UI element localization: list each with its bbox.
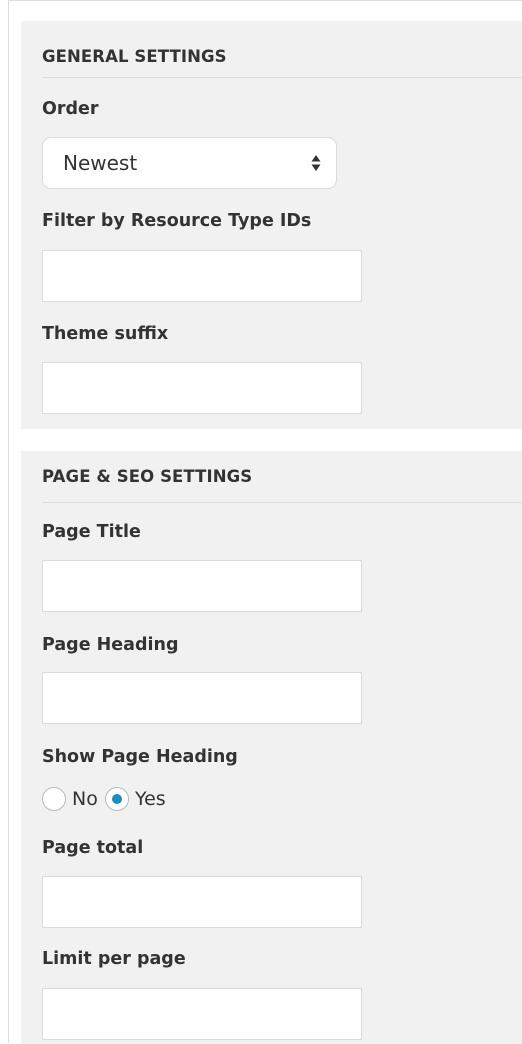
- filter-ids-input[interactable]: [42, 250, 362, 302]
- settings-container: GENERAL SETTINGS Order Newest Filter by …: [8, 0, 522, 1044]
- radio-yes[interactable]: [105, 787, 129, 811]
- general-settings-title: GENERAL SETTINGS: [42, 47, 227, 66]
- page-seo-settings-panel: PAGE & SEO SETTINGS Page Title Page Head…: [21, 451, 522, 1044]
- order-label: Order: [42, 99, 99, 119]
- order-select-value: Newest: [63, 151, 138, 175]
- section-divider: [42, 502, 522, 503]
- page-title-label: Page Title: [42, 522, 141, 542]
- page-seo-settings-title: PAGE & SEO SETTINGS: [42, 467, 253, 486]
- radio-no-label: No: [72, 788, 98, 810]
- filter-ids-label: Filter by Resource Type IDs: [42, 211, 312, 231]
- show-page-heading-label: Show Page Heading: [42, 747, 238, 767]
- page-title-input[interactable]: [42, 560, 362, 612]
- select-arrows-icon: [311, 155, 321, 171]
- theme-suffix-input[interactable]: [42, 362, 362, 414]
- page-heading-input[interactable]: [42, 672, 362, 724]
- general-settings-panel: GENERAL SETTINGS Order Newest Filter by …: [21, 21, 522, 429]
- section-divider: [42, 77, 522, 78]
- theme-suffix-label: Theme suffix: [42, 324, 169, 344]
- page-total-label: Page total: [42, 838, 144, 858]
- limit-per-page-label: Limit per page: [42, 949, 186, 969]
- radio-yes-label: Yes: [135, 788, 166, 810]
- radio-no[interactable]: [42, 787, 66, 811]
- page-heading-label: Page Heading: [42, 635, 179, 655]
- page-total-input[interactable]: [42, 876, 362, 928]
- limit-per-page-input[interactable]: [42, 988, 362, 1040]
- order-select[interactable]: Newest: [42, 137, 337, 189]
